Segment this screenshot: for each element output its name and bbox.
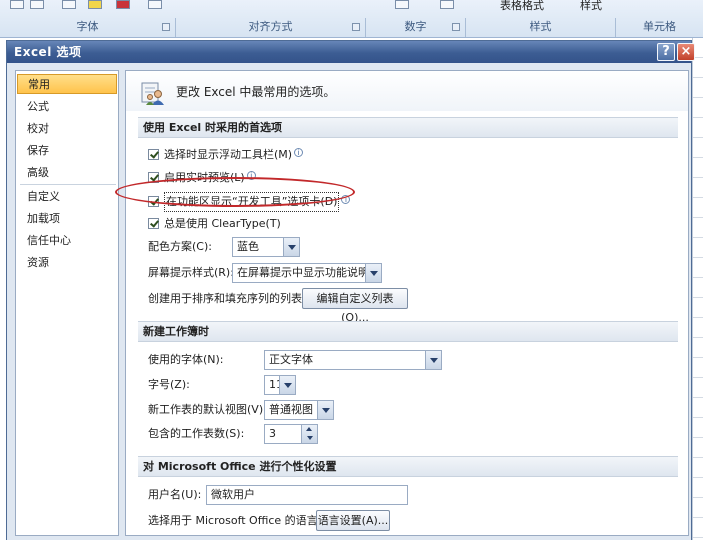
mini-toolbar-checkbox[interactable] <box>148 149 159 160</box>
nav-item-popular[interactable]: 常用 <box>17 74 117 94</box>
ribbon-group-cells: 单元格 <box>643 20 676 33</box>
screentip-style-dropdown[interactable]: 在屏幕提示中显示功能说明 <box>232 263 382 283</box>
section-personalize: 对 Microsoft Office 进行个性化设置 <box>138 456 678 477</box>
nav-separator <box>20 184 116 185</box>
chevron-down-icon[interactable] <box>317 401 333 419</box>
ribbon-group-number: 数字 <box>366 18 466 37</box>
ribbon-toolbar-row: 表格格式 样式 <box>0 0 703 18</box>
edit-custom-lists-button[interactable]: 编辑自定义列表(O)... <box>302 288 408 324</box>
language-label: 选择用于 Microsoft Office 的语言: <box>148 514 322 527</box>
ribbon: 表格格式 样式 字体 对齐方式 数字 样式 单元格 <box>0 0 703 38</box>
styles-button[interactable]: 样式 <box>580 0 602 13</box>
dialog-title: Excel 选项 <box>14 45 82 59</box>
sheet-count-stepper[interactable]: 3 <box>264 424 318 444</box>
font-color-icon[interactable] <box>116 0 130 9</box>
option-cleartype[interactable]: 总是使用 ClearType(T) <box>148 215 281 233</box>
annotation-ellipse <box>115 177 355 207</box>
options-content: 更改 Excel 中最常用的选项。 使用 Excel 时采用的首选项 选择时显示… <box>125 70 689 536</box>
chevron-down-icon[interactable] <box>425 351 441 369</box>
nav-item-formulas[interactable]: 公式 <box>17 97 117 117</box>
sheet-count-label: 包含的工作表数(S): <box>148 427 245 440</box>
default-view-dropdown[interactable]: 普通视图 <box>264 400 334 420</box>
nav-item-trust-center[interactable]: 信任中心 <box>17 231 117 251</box>
username-input[interactable]: 微软用户 <box>206 485 408 505</box>
chevron-down-icon[interactable] <box>279 376 295 394</box>
nav-item-addins[interactable]: 加载项 <box>17 209 117 229</box>
excel-options-dialog: Excel 选项 ? × 常用 公式 校对 保存 高级 自定义 加载项 信任中心… <box>6 40 695 540</box>
username-label: 用户名(U): <box>148 488 202 501</box>
ribbon-icon[interactable] <box>10 0 24 9</box>
ribbon-icon[interactable] <box>148 0 162 9</box>
color-scheme-label: 配色方案(C): <box>148 240 212 253</box>
nav-item-resources[interactable]: 资源 <box>17 253 117 273</box>
section-top-options: 使用 Excel 时采用的首选项 <box>138 117 678 138</box>
nav-item-customize[interactable]: 自定义 <box>17 187 117 207</box>
font-label: 使用的字体(N): <box>148 353 224 366</box>
dialog-titlebar[interactable]: Excel 选项 <box>7 41 691 63</box>
chevron-down-icon[interactable] <box>365 264 381 282</box>
worksheet-grid <box>692 38 703 540</box>
dialog-body: 常用 公式 校对 保存 高级 自定义 加载项 信任中心 资源 更改 Excel … <box>7 63 691 540</box>
color-scheme-dropdown[interactable]: 蓝色 <box>232 237 300 257</box>
cleartype-checkbox[interactable] <box>148 218 159 229</box>
nav-item-proofing[interactable]: 校对 <box>17 119 117 139</box>
chevron-down-icon[interactable] <box>283 238 299 256</box>
font-dropdown[interactable]: 正文字体 <box>264 350 442 370</box>
option-mini-toolbar[interactable]: 选择时显示浮动工具栏(M) i <box>148 146 304 164</box>
dialog-launcher-icon[interactable] <box>162 23 170 31</box>
dialog-launcher-icon[interactable] <box>352 23 360 31</box>
options-nav: 常用 公式 校对 保存 高级 自定义 加载项 信任中心 资源 <box>15 70 119 536</box>
info-icon: i <box>294 148 304 157</box>
custom-lists-label: 创建用于排序和填充序列的列表: <box>148 292 306 305</box>
ribbon-icon[interactable] <box>30 0 44 9</box>
ribbon-group-styles: 样式 <box>466 18 616 37</box>
ribbon-group-font: 字体 <box>0 18 176 37</box>
content-header-title: 更改 Excel 中最常用的选项。 <box>176 85 336 99</box>
section-new-workbook: 新建工作簿时 <box>138 321 678 342</box>
spinner-icon[interactable] <box>301 425 317 443</box>
table-format-button[interactable]: 表格格式 <box>500 0 544 13</box>
default-view-label: 新工作表的默认视图(V): <box>148 403 267 416</box>
font-size-dropdown[interactable]: 11 <box>264 375 296 395</box>
ribbon-group-alignment: 对齐方式 <box>176 18 366 37</box>
language-settings-button[interactable]: 语言设置(A)... <box>316 510 390 531</box>
options-people-icon <box>141 82 164 105</box>
font-size-label: 字号(Z): <box>148 378 190 391</box>
content-header: 更改 Excel 中最常用的选项。 <box>126 71 688 111</box>
help-button[interactable]: ? <box>657 43 675 61</box>
ribbon-group-labels: 字体 对齐方式 数字 样式 单元格 <box>0 18 703 37</box>
fill-color-icon[interactable] <box>88 0 102 9</box>
ribbon-icon[interactable] <box>395 0 409 9</box>
ribbon-icon[interactable] <box>62 0 76 9</box>
close-button[interactable]: × <box>677 43 695 61</box>
ribbon-icon[interactable] <box>440 0 454 9</box>
screentip-style-label: 屏幕提示样式(R): <box>148 266 234 279</box>
nav-item-save[interactable]: 保存 <box>17 141 117 161</box>
nav-item-advanced[interactable]: 高级 <box>17 163 117 183</box>
dialog-launcher-icon[interactable] <box>452 23 460 31</box>
